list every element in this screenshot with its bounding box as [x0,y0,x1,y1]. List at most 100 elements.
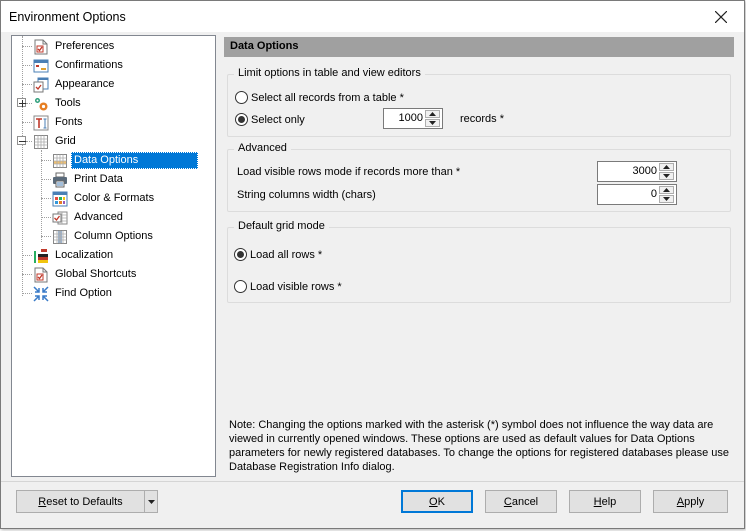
spinner-value: 1000 [398,112,423,124]
radio-label: Load all rows * [250,248,323,261]
panel-header: Data Options [224,37,734,57]
mnemonic: C [503,495,512,508]
load-all-rows-radio[interactable]: Load all rows * [234,248,322,261]
tree-connector [41,179,51,180]
expand-tools-button[interactable] [17,98,26,107]
tree-item-grid[interactable]: Grid [33,132,79,151]
tools-gears-icon [33,96,49,112]
tree-item-label: Advanced [74,211,123,223]
load-visible-rows-radio[interactable]: Load visible rows * [234,280,342,293]
close-button[interactable] [698,1,744,32]
options-tree[interactable]: Preferences Confirmations Appearance Too… [11,35,216,477]
advanced-icon [52,210,68,226]
arrow-up-icon [429,112,436,116]
printer-icon [52,172,68,188]
button-label: elp [601,495,617,508]
tree-item-label: Preferences [55,40,115,52]
spin-down-button[interactable] [659,195,674,203]
select-only-radio[interactable]: Select only [235,113,305,126]
ok-button[interactable]: OK [401,490,473,513]
string-width-spinner[interactable]: 0 [597,184,677,205]
title-bar: Environment Options [1,1,744,32]
tree-item-label: Grid [55,135,76,147]
apply-button[interactable]: Apply [653,490,728,513]
tree-item-confirmations[interactable]: Confirmations [33,56,126,75]
arrow-down-icon [663,174,670,178]
spin-down-button[interactable] [659,172,674,180]
data-options-icon [52,153,68,169]
tree-item-label: Localization [55,249,114,261]
confirmations-icon [33,58,49,74]
button-label: ancel [511,495,539,508]
tree-item-data-options[interactable]: Data Options [52,151,199,170]
radio-circle [234,280,247,293]
button-label: K [437,495,445,508]
arrow-up-icon [663,165,670,169]
global-shortcuts-icon [33,267,49,283]
spin-up-button[interactable] [425,110,440,118]
tree-item-label: Confirmations [55,59,123,71]
tree-item-label: Tools [55,97,81,109]
tree-item-preferences[interactable]: Preferences [33,37,117,56]
records-limit-spinner[interactable]: 1000 [383,108,443,129]
group-title: Default grid mode [234,220,329,232]
mnemonic: O [429,495,438,508]
radio-circle [235,113,248,126]
collapse-grid-button[interactable] [17,136,26,145]
button-label: pply [684,495,705,508]
button-label: eset to Defaults [46,495,123,508]
group-title: Limit options in table and view editors [234,67,425,79]
column-options-icon [52,229,68,245]
tree-item-label: Global Shortcuts [55,268,137,280]
tree-item-tools[interactable]: Tools [33,94,84,113]
appearance-icon [33,77,49,93]
tree-item-appearance[interactable]: Appearance [33,75,117,94]
tree-connector [22,36,23,296]
mnemonic: R [38,495,47,508]
environment-options-dialog: Environment Options Preferences Confirma… [0,0,745,529]
tree-connector [22,255,32,256]
tree-connector [41,160,51,161]
string-width-label: String columns width (chars) [237,189,376,201]
tree-item-label: Print Data [74,173,123,185]
tree-item-print-data[interactable]: Print Data [52,170,126,189]
reset-dropdown-button[interactable] [144,490,158,513]
advanced-group: Advanced Load visible rows mode if recor… [227,142,731,212]
tree-item-label: Fonts [55,116,83,128]
tree-connector [26,141,32,142]
tree-item-label: Column Options [74,230,153,242]
tree-connector [41,198,51,199]
mnemonic: A [676,495,685,508]
tree-connector [22,274,32,275]
tree-item-column-options[interactable]: Column Options [52,227,156,246]
tree-item-color-formats[interactable]: Color & Formats [52,189,157,208]
help-button[interactable]: Help [569,490,641,513]
spinner-value: 3000 [632,165,657,177]
load-visible-label: Load visible rows mode if records more t… [237,166,461,178]
mnemonic: H [593,495,602,508]
reset-to-defaults-button[interactable]: Reset to Defaults [16,490,145,513]
radio-circle [234,248,247,261]
tree-connector [22,46,32,47]
fonts-icon [33,115,49,131]
load-visible-spinner[interactable]: 3000 [597,161,677,182]
spin-up-button[interactable] [659,186,674,194]
select-all-records-radio[interactable]: Select all records from a table * [235,91,404,104]
spinner-value: 0 [650,188,657,200]
tree-item-global-shortcuts[interactable]: Global Shortcuts [33,265,139,284]
arrow-up-icon [663,188,670,192]
group-title: Advanced [234,142,291,154]
tree-connector [41,150,42,242]
cancel-button[interactable]: Cancel [485,490,557,513]
tree-item-localization[interactable]: Localization [33,246,116,265]
records-suffix-label: records * [460,113,505,125]
tree-item-fonts[interactable]: Fonts [33,113,86,132]
tree-item-advanced[interactable]: Advanced [52,208,126,227]
find-option-icon [33,285,49,302]
spin-up-button[interactable] [659,163,674,171]
spin-down-button[interactable] [425,119,440,127]
note-text: Note: Changing the options marked with t… [229,419,729,473]
tree-item-find-option[interactable]: Find Option [33,284,115,303]
footer-divider [1,481,744,482]
tree-connector [22,293,32,294]
